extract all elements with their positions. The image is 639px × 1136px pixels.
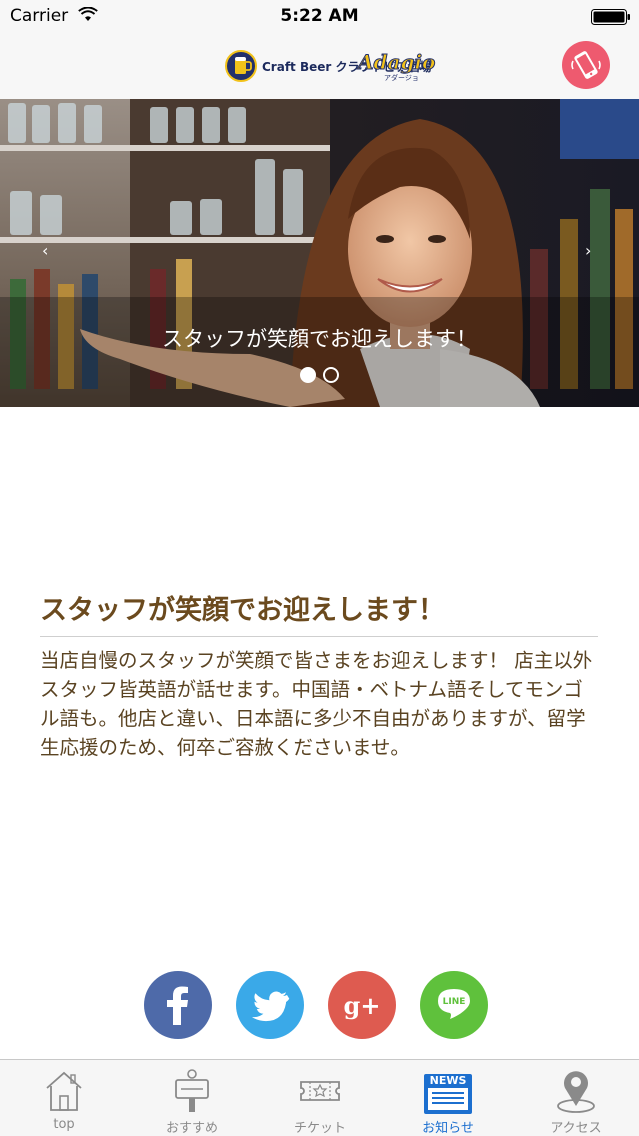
title-divider — [40, 636, 598, 637]
twitter-icon — [252, 991, 290, 1022]
battery-icon — [591, 9, 630, 25]
status-time: 5:22 AM — [280, 6, 359, 26]
article-title: スタッフが笑顔でお迎えします！ — [40, 595, 445, 626]
tab-label: アクセス — [550, 1121, 602, 1136]
google-plus-icon: g+ — [344, 991, 381, 1020]
logo-brand-kana: アダージョ — [384, 74, 419, 82]
svg-text:g+: g+ — [344, 991, 381, 1020]
tab-news[interactable]: NEWS お知らせ — [384, 1060, 512, 1136]
article-body: 当店自慢のスタッフが笑顔で皆さまをお迎えします！ 店主以外スタッフ皆英語が話せま… — [40, 649, 593, 759]
tab-top[interactable]: top — [0, 1060, 128, 1136]
signboard-icon — [175, 1069, 209, 1112]
tab-label: お知らせ — [422, 1121, 474, 1136]
status-bar: Carrier 5:22 AM — [0, 0, 639, 34]
logo-brand: Adagio — [357, 50, 436, 75]
app-logo: Craft Beer クラフトビア酒場 Adagio アダージョ — [224, 48, 436, 84]
tab-bar: top おすすめ チケット NEWS お知らせ アクセス — [0, 1059, 639, 1136]
line-share-button[interactable]: LINE — [420, 971, 488, 1039]
hero-caption: スタッフが笑顔でお迎えします！ — [162, 327, 477, 351]
tab-access[interactable]: アクセス — [512, 1060, 639, 1136]
slide-dot-1[interactable] — [300, 367, 316, 383]
tab-ticket[interactable]: チケット — [256, 1060, 384, 1136]
slide-dot-2[interactable] — [323, 367, 339, 383]
app-header: Craft Beer クラフトビア酒場 Adagio アダージョ — [0, 34, 639, 99]
ticket-icon — [300, 1081, 340, 1101]
beer-badge-icon — [225, 50, 257, 82]
google-plus-share-button[interactable]: g+ — [328, 971, 396, 1039]
phone-icon — [571, 51, 601, 79]
home-icon — [46, 1071, 82, 1111]
hero-slider[interactable]: スタッフが笑顔でお迎えします！ ‹ › — [0, 99, 639, 407]
tab-label: チケット — [293, 1121, 346, 1136]
tab-label: おすすめ — [165, 1121, 218, 1136]
tab-recommend[interactable]: おすすめ — [128, 1060, 256, 1136]
news-badge: NEWS — [429, 1074, 467, 1087]
twitter-share-button[interactable] — [236, 971, 304, 1039]
map-pin-icon — [557, 1071, 595, 1113]
hero-prev-arrow[interactable]: ‹ — [42, 241, 48, 260]
call-button[interactable] — [562, 41, 610, 89]
line-label: LINE — [442, 997, 466, 1007]
facebook-icon — [167, 986, 188, 1025]
hero-next-arrow[interactable]: › — [585, 241, 591, 260]
tab-label: top — [53, 1117, 75, 1132]
facebook-share-button[interactable] — [144, 971, 212, 1039]
